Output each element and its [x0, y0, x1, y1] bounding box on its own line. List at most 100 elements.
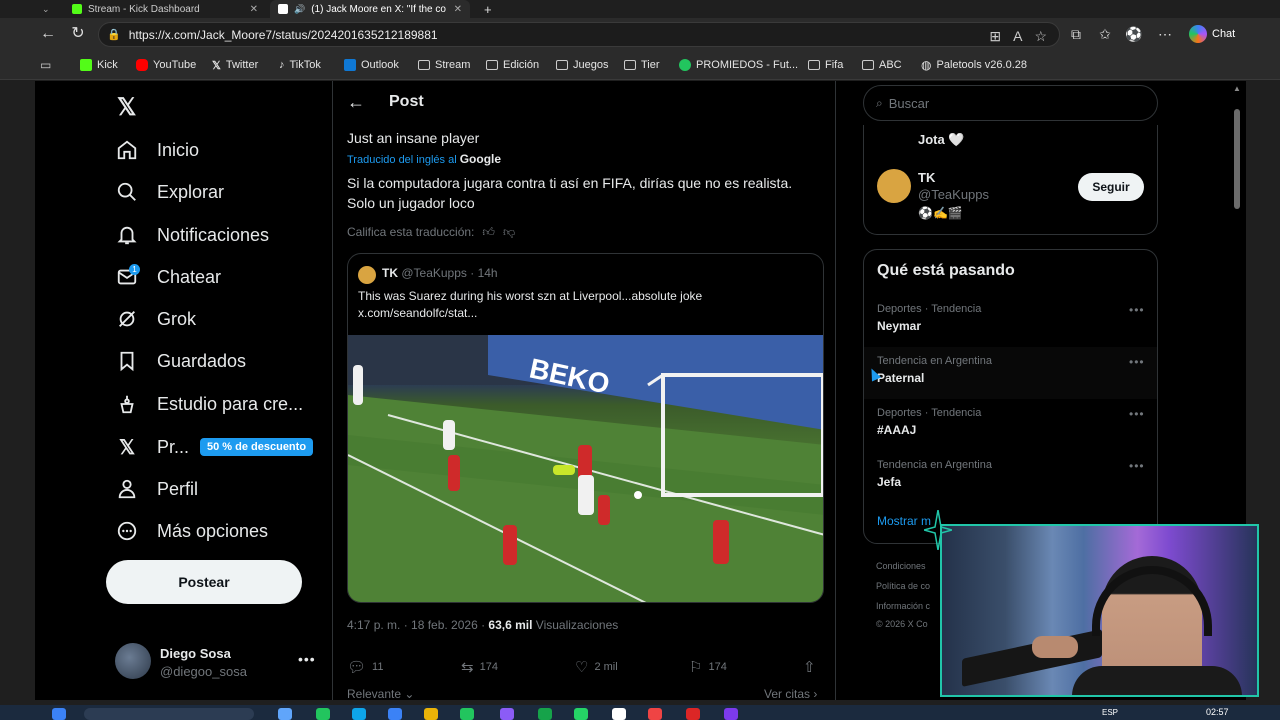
quoted-link[interactable]: x.com/seandolfc/stat... [358, 305, 818, 322]
post-button[interactable]: Postear [106, 560, 302, 604]
read-aloud-icon[interactable]: A [1013, 28, 1022, 45]
more-dots-icon[interactable]: ••• [1129, 407, 1145, 421]
post-timestamp[interactable]: 4:17 p. m. · 18 feb. 2026 · [347, 618, 488, 632]
copilot-chat-button[interactable]: Chat [1185, 22, 1241, 46]
sidebar-item-grok[interactable]: Grok [115, 307, 196, 331]
clock[interactable]: 02:57 [1206, 707, 1229, 717]
tab-actions-button[interactable]: ⌄ [34, 0, 60, 18]
trend-item[interactable]: Deportes · Tendencia #AAAJ ••• [864, 399, 1157, 451]
scroll-up-icon[interactable]: ▲ [1233, 84, 1241, 93]
bookmark-folder-edicion[interactable]: Edición [486, 57, 539, 73]
suggested-user-bio: ⚽✍️🎬 [918, 206, 963, 220]
trend-item[interactable]: Tendencia en Argentina Paternal ••• [864, 347, 1157, 399]
premium-discount-badge[interactable]: 50 % de descuento [200, 438, 314, 456]
sidebar-item-guardados[interactable]: Guardados [115, 349, 246, 373]
account-switcher[interactable]: Diego Sosa @diegoo_sosa ••• [115, 643, 325, 683]
bookmark-youtube[interactable]: YouTube [136, 57, 196, 73]
address-bar[interactable]: 🔒 https://x.com/Jack_Moore7/status/20242… [98, 22, 1060, 47]
file-explorer-icon[interactable] [424, 708, 438, 720]
sidebar-item-explorar[interactable]: Explorar [115, 180, 224, 204]
thumbs-up-icon[interactable]: 👍︎ [482, 225, 495, 240]
footer-link[interactable]: Condiciones [876, 561, 926, 571]
more-dots-icon[interactable]: ••• [1129, 303, 1145, 317]
start-button-icon[interactable] [52, 708, 66, 720]
show-more-link[interactable]: Mostrar m [877, 514, 931, 528]
follow-button[interactable]: Seguir [1078, 173, 1144, 201]
like-button[interactable]: ♡ 2 mil [575, 658, 618, 676]
taskbar-app-icon[interactable] [686, 708, 700, 720]
translation-attribution[interactable]: Traducido del inglés al Google [347, 152, 501, 166]
bookmark-kick[interactable]: Kick [80, 57, 118, 73]
sidebar-item-perfil[interactable]: Perfil [115, 477, 198, 501]
footer-link[interactable]: Información c [876, 601, 930, 611]
favorite-star-icon[interactable]: ☆ [1034, 28, 1047, 45]
bookmark-tiktok[interactable]: ♪ TikTok [279, 57, 321, 73]
taskbar-app-icon[interactable] [460, 708, 474, 720]
x-logo-icon[interactable]: 𝕏 [117, 93, 136, 122]
app-install-icon[interactable]: ⊞ [989, 28, 1001, 45]
bookmarks-sidebar-icon[interactable]: ▭ [40, 57, 51, 73]
bookmark-twitter[interactable]: 𝕏 Twitter [212, 57, 258, 73]
taskbar-app-icon[interactable] [500, 708, 514, 720]
taskbar-app-icon[interactable] [316, 708, 330, 720]
suggested-user-name[interactable]: TK [918, 170, 935, 185]
bookmark-folder-abc[interactable]: ABC [862, 57, 902, 73]
bookmark-folder-fifa[interactable]: Fifa [808, 57, 843, 73]
bookmark-promiedos[interactable]: PROMIEDOS - Fut... [679, 57, 798, 73]
sidebar-item-premium[interactable]: 𝕏 Pr... [115, 435, 189, 459]
taskbar-search-box[interactable] [84, 708, 254, 720]
view-quotes-link[interactable]: Ver citas › [764, 687, 817, 700]
sort-dropdown[interactable]: Relevante ⌄ [347, 687, 414, 700]
search-input[interactable]: ⌕ Buscar [863, 85, 1158, 121]
taskbar-app-icon[interactable] [278, 708, 292, 720]
suggested-user-name[interactable]: Jota 🤍 [918, 132, 965, 148]
lock-icon: 🔒 [107, 29, 121, 41]
bookmark-folder-tier[interactable]: Tier [624, 57, 660, 73]
taskbar-app-icon[interactable] [648, 708, 662, 720]
taskbar-app-icon[interactable] [612, 708, 626, 720]
bookmark-button[interactable]: ⚐ 174 [689, 658, 727, 676]
back-arrow-icon[interactable]: ← [347, 92, 365, 113]
sidebar-item-estudio[interactable]: Estudio para cre... [115, 392, 303, 416]
more-dots-icon[interactable]: ••• [298, 651, 316, 667]
more-dots-icon[interactable]: ••• [1129, 355, 1145, 369]
share-button[interactable]: ⇧ [803, 658, 816, 676]
tab-x-post[interactable]: 🔊 (1) Jack Moore en X: "If the co ✕ [270, 0, 470, 18]
back-icon[interactable]: ← [38, 24, 58, 44]
profile-icon[interactable]: ⚽ [1124, 24, 1144, 44]
bookmark-paletools[interactable]: ◍ Paletools v26.0.28 [921, 57, 1027, 73]
input-language[interactable]: ESP [1102, 708, 1118, 717]
taskbar-app-icon[interactable] [388, 708, 402, 720]
more-dots-icon[interactable]: ••• [1129, 459, 1145, 473]
bookmark-folder-juegos[interactable]: Juegos [556, 57, 608, 73]
sidebar-item-inicio[interactable]: Inicio [115, 138, 199, 162]
extensions-icon[interactable]: ⧉ [1066, 24, 1086, 44]
sidebar-item-mas-opciones[interactable]: Más opciones [115, 519, 268, 543]
footer-link[interactable]: Política de co [876, 581, 930, 591]
avatar[interactable] [877, 169, 911, 203]
bookmark-label: Stream [435, 59, 471, 71]
spotify-icon[interactable] [538, 708, 552, 720]
quoted-post[interactable]: TK @TeaKupps · 14h This was Suarez durin… [347, 253, 824, 603]
whatsapp-icon[interactable] [574, 708, 588, 720]
taskbar-app-icon[interactable] [352, 708, 366, 720]
tab-kick-dashboard[interactable]: Stream - Kick Dashboard ✕ [64, 0, 266, 18]
bookmark-outlook[interactable]: Outlook [344, 57, 399, 73]
quoted-media-image[interactable]: BEKO [348, 335, 823, 602]
favorites-icon[interactable]: ✩ [1095, 24, 1115, 44]
trend-item[interactable]: Tendencia en Argentina Jefa ••• [864, 451, 1157, 503]
sidebar-item-notificaciones[interactable]: Notificaciones [115, 223, 269, 247]
thumbs-down-icon[interactable]: 👎︎ [503, 225, 515, 240]
menu-more-icon[interactable]: ⋯ [1155, 24, 1175, 44]
close-tab-icon[interactable]: ✕ [454, 4, 470, 15]
reply-button[interactable]: 💬︎ 11 [347, 658, 383, 676]
reload-icon[interactable]: ↻ [68, 24, 88, 44]
trend-item[interactable]: Deportes · Tendencia Neymar ••• [864, 295, 1157, 347]
new-tab-button[interactable]: + [476, 0, 500, 18]
trends-card: Qué está pasando Deportes · Tendencia Ne… [863, 249, 1158, 544]
repost-button[interactable]: ⇆ 174 [461, 658, 498, 676]
close-tab-icon[interactable]: ✕ [250, 4, 266, 15]
bookmark-folder-stream[interactable]: Stream [418, 57, 470, 73]
discord-icon[interactable] [724, 708, 738, 720]
scrollbar-thumb[interactable] [1234, 109, 1240, 209]
